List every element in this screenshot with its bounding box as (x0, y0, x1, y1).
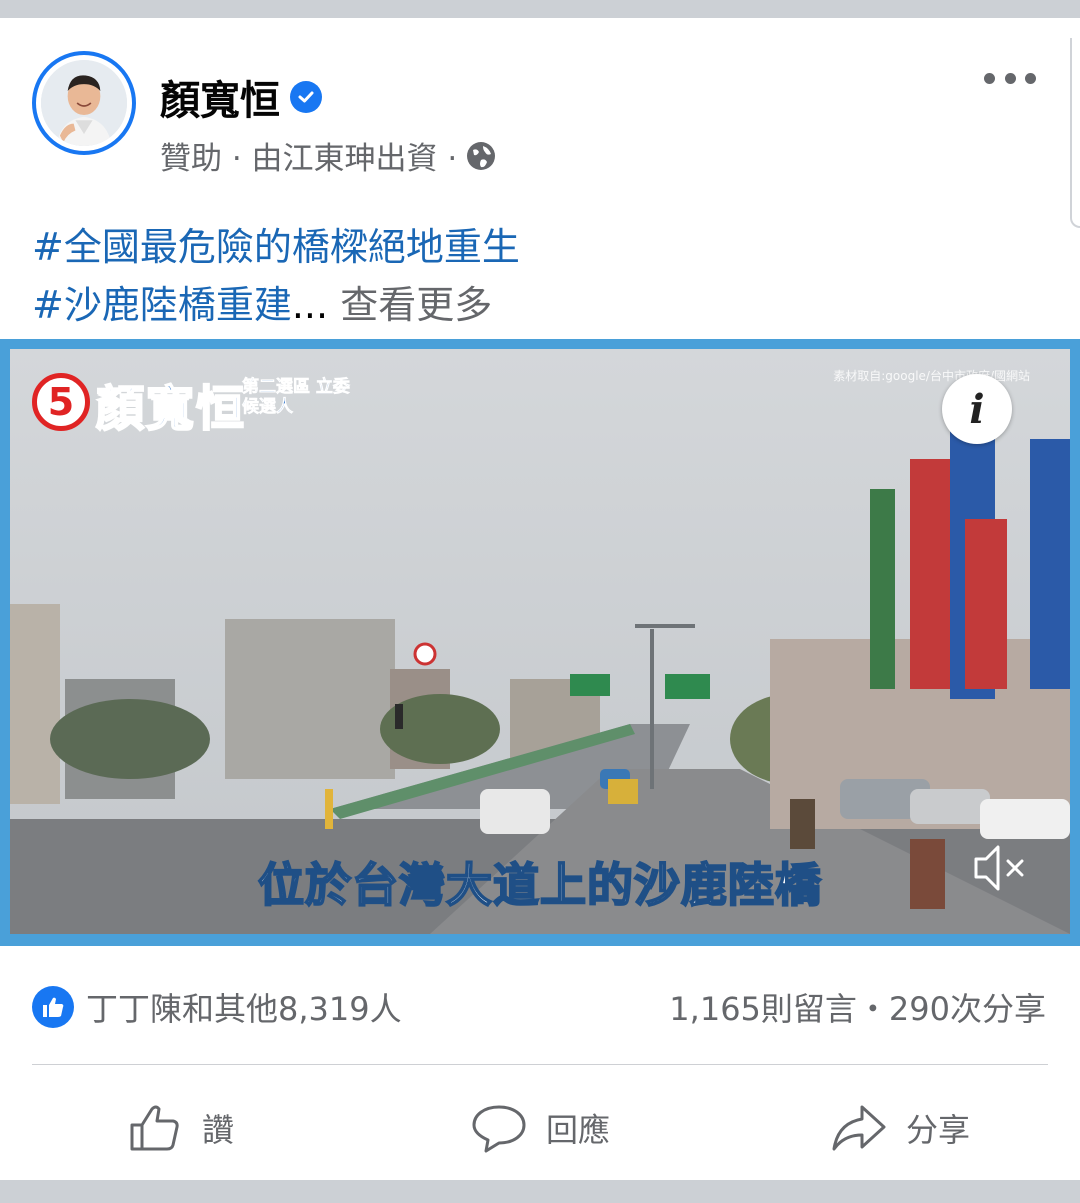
hashtag-line-1: #全國最危險的橋樑絕地重生 (32, 218, 520, 276)
ellipsis: ... (291, 283, 329, 327)
source-credit: 素材取自:google/台中市政府/國網站 (833, 369, 1030, 383)
hashtag-link[interactable]: #沙鹿陸橋重建 (32, 283, 292, 327)
post-text: #全國最危險的橋樑絕地重生 #沙鹿陸橋重建... 查看更多 (32, 218, 520, 334)
divider (32, 1064, 1048, 1065)
thumb-up-icon (130, 1105, 179, 1151)
comments-shares-count[interactable]: 1,165則留言・290次分享 (669, 984, 1046, 1030)
like-label: 讚 (201, 1111, 234, 1149)
more-options-icon[interactable] (984, 58, 1036, 98)
candidate-subtitle-overlay: 第二選區 立委候選人 (242, 377, 351, 418)
info-icon[interactable]: i (942, 374, 1012, 444)
reactions-summary[interactable]: 丁丁陳和其他8,319人 (32, 984, 402, 1030)
candidate-name-overlay: 顏寬恒 (95, 380, 247, 438)
sponsored-label: 贊助 · 由江東珅出資 · (160, 141, 458, 177)
globe-icon (465, 140, 497, 172)
page-avatar[interactable] (32, 51, 136, 155)
verified-icon (290, 81, 322, 113)
reactions-count-text[interactable]: 丁丁陳和其他8,319人 (86, 984, 402, 1030)
dot (984, 72, 995, 84)
like-icon (32, 986, 74, 1028)
share-icon (832, 1105, 886, 1151)
dot (1004, 72, 1016, 84)
see-more-link[interactable]: 查看更多 (340, 283, 492, 327)
candidate-number-badge: 5 (32, 373, 90, 431)
action-bar: 讚 回應 分享 (0, 1078, 1080, 1178)
scroll-indicator (1070, 38, 1080, 228)
comment-icon (472, 1105, 526, 1153)
share-label: 分享 (905, 1111, 970, 1149)
dot (1025, 72, 1036, 84)
mute-icon[interactable] (970, 839, 1032, 897)
page-name[interactable]: 顏寬恒 (160, 68, 322, 126)
post-meta: 贊助 · 由江東珅出資 · (160, 133, 497, 178)
video-subtitle: 位於台灣大道上的沙鹿陸橋 (257, 857, 822, 913)
share-button[interactable]: 分享 (720, 1078, 1080, 1178)
comment-button[interactable]: 回應 (360, 1078, 720, 1178)
avatar-image (41, 60, 127, 146)
page-name-text[interactable]: 顏寬恒 (160, 68, 280, 126)
hashtag-link[interactable]: #全國最危險的橋樑絕地重生 (32, 225, 520, 269)
like-button[interactable]: 讚 (0, 1078, 360, 1178)
video-player[interactable]: 5 顏寬恒 第二選區 立委候選人 素材取自:google/台中市政府/國網站 i… (0, 339, 1080, 946)
sponsored-post-card: 顏寬恒 贊助 · 由江東珅出資 · #全國最危險的橋樑絕地重生 #沙鹿陸橋重建.… (0, 18, 1080, 1180)
hashtag-line-2: #沙鹿陸橋重建... 查看更多 (32, 276, 520, 334)
video-frame[interactable]: 5 顏寬恒 第二選區 立委候選人 素材取自:google/台中市政府/國網站 i… (10, 349, 1070, 934)
comment-label: 回應 (545, 1111, 610, 1149)
